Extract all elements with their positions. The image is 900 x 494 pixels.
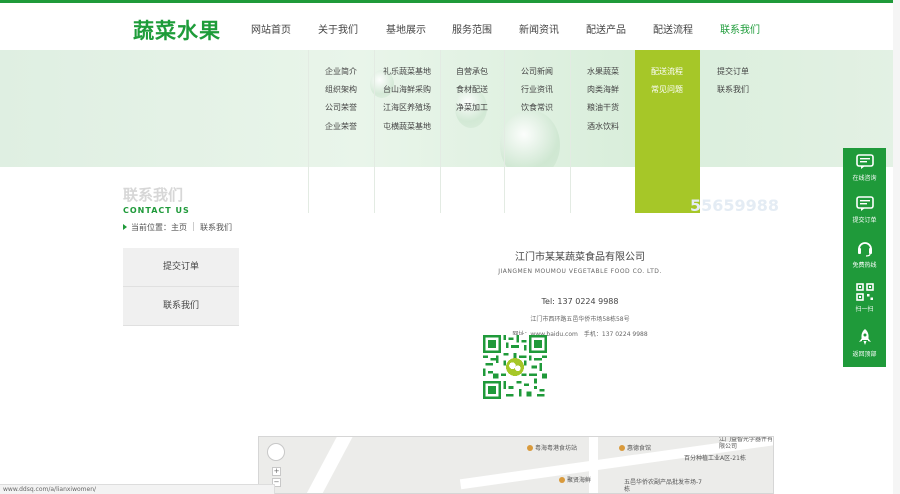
float-label: 在线咨询 — [852, 175, 877, 182]
breadcrumb-home[interactable]: 主页 — [171, 223, 187, 232]
dropdown-item[interactable]: 企业荣誉 — [325, 121, 357, 132]
dropdown-item[interactable]: 屯横蔬菜基地 — [383, 121, 431, 132]
qr-code-image — [483, 335, 547, 399]
poi-marker-icon — [527, 445, 533, 451]
dropdown-item[interactable]: 企业简介 — [325, 66, 357, 77]
nav-news[interactable]: 新闻资讯 — [519, 21, 559, 36]
dropdown-item[interactable]: 肉类海鲜 — [587, 84, 619, 95]
breadcrumb: 当前位置：主页 联系我们 — [123, 222, 232, 233]
dropdown-item[interactable]: 公司荣誉 — [325, 102, 357, 113]
dropdown-contact: 提交订单 联系我们 — [700, 50, 766, 213]
dropdown-process: 配送流程 常见问题 — [635, 50, 700, 213]
page-scrollbar[interactable] — [893, 0, 900, 494]
nav-service[interactable]: 服务范围 — [452, 21, 492, 36]
nav-process[interactable]: 配送流程 — [653, 21, 693, 36]
float-label: 提交订单 — [852, 217, 877, 224]
dropdown-service: 自营承包 食材配送 净菜加工 — [440, 50, 504, 213]
dropdown-item[interactable]: 行业资讯 — [521, 84, 553, 95]
nav-products[interactable]: 配送产品 — [586, 21, 626, 36]
side-menu-submit-order[interactable]: 提交订单 — [123, 248, 239, 287]
contact-address: 江门市西环路五邑华侨市场58栋58号 — [530, 316, 630, 323]
location-map[interactable]: + − 粤海粤港食坊站 惠德食馆 聚贤海鲜 江门益智光学器件有限公司 百分种植工… — [258, 436, 774, 494]
contact-web: 网址：www.baidu.com 手机：137 0224 9988 — [512, 331, 648, 338]
side-menu-contact-us[interactable]: 联系我们 — [123, 287, 239, 326]
company-name-en: JIANGMEN MOUMOU VEGETABLE FOOD CO. LTD. — [498, 268, 662, 275]
qr-scan-icon — [855, 283, 874, 301]
side-menu: 提交订单 联系我们 — [123, 248, 239, 326]
map-road — [589, 437, 598, 493]
chat-icon — [855, 154, 874, 169]
float-label: 返回顶部 — [852, 351, 877, 358]
header: 蔬菜水果 网站首页 关于我们 基地展示 服务范围 新闻资讯 配送产品 配送流程 … — [0, 3, 900, 50]
browser-status-bar: www.ddsq.com/a/lianxiwomen/ — [0, 484, 275, 494]
page-title: 联系我们 — [123, 186, 184, 204]
message-icon — [855, 196, 874, 211]
dropdown-item[interactable]: 饮食常识 — [521, 102, 553, 113]
float-hotline[interactable]: 免费热线 — [843, 239, 886, 269]
dropdown-item[interactable]: 公司新闻 — [521, 66, 553, 77]
float-back-to-top[interactable]: 返回顶部 — [843, 328, 886, 358]
map-road — [298, 437, 354, 493]
breadcrumb-separator — [193, 222, 194, 231]
nav-base[interactable]: 基地展示 — [386, 21, 426, 36]
dropdown-about: 企业简介 组织架构 公司荣誉 企业荣誉 — [308, 50, 374, 213]
float-label: 免费热线 — [852, 262, 877, 269]
dropdown-products: 水果蔬菜 肉类海鲜 粮油干货 酒水饮料 — [570, 50, 635, 213]
dropdown-item[interactable]: 自营承包 — [456, 66, 488, 77]
dropdown-item[interactable]: 台山海鲜采购 — [383, 84, 431, 95]
poi-marker-icon — [559, 477, 565, 483]
breadcrumb-prefix: 当前位置： — [131, 223, 171, 232]
dropdown-item[interactable]: 配送流程 — [651, 66, 683, 77]
page-title-en: CONTACT US — [123, 206, 190, 215]
dropdown-item[interactable]: 食材配送 — [456, 84, 488, 95]
dropdown-item[interactable]: 常见问题 — [651, 84, 683, 95]
map-pan-control[interactable] — [267, 443, 285, 461]
site-logo[interactable]: 蔬菜水果 — [133, 15, 221, 45]
dropdown-item[interactable]: 提交订单 — [717, 66, 749, 77]
dropdown-item[interactable]: 水果蔬菜 — [587, 66, 619, 77]
map-poi[interactable]: 惠德食馆 — [619, 443, 651, 452]
nav-contact[interactable]: 联系我们 — [720, 21, 760, 36]
dropdown-item[interactable]: 联系我们 — [717, 84, 749, 95]
dropdown-item[interactable]: 酒水饮料 — [587, 121, 619, 132]
rocket-icon — [858, 329, 871, 345]
poi-marker-icon — [619, 445, 625, 451]
nav-about[interactable]: 关于我们 — [318, 21, 358, 36]
contact-info: 江门市某某蔬菜食品有限公司 JIANGMEN MOUMOU VEGETABLE … — [420, 248, 740, 338]
breadcrumb-arrow-icon — [123, 224, 127, 230]
float-scan[interactable]: 扫一扫 — [843, 283, 886, 313]
contact-tel: Tel: 137 0224 9988 — [541, 297, 619, 306]
dropdown-item[interactable]: 粮油干货 — [587, 102, 619, 113]
dropdown-item[interactable]: 组织架构 — [325, 84, 357, 95]
headset-icon — [857, 242, 872, 257]
dropdown-news: 公司新闻 行业资讯 饮食常识 — [504, 50, 570, 213]
floating-sidebar: 在线咨询 提交订单 免费热线 扫一扫 返回顶部 — [843, 148, 886, 367]
dropdown-item[interactable]: 净菜加工 — [456, 102, 488, 113]
map-poi[interactable]: 粤海粤港食坊站 — [527, 443, 577, 452]
company-name: 江门市某某蔬菜食品有限公司 — [515, 252, 645, 263]
breadcrumb-current[interactable]: 联系我们 — [200, 223, 232, 232]
nav-home[interactable]: 网站首页 — [251, 21, 291, 36]
dropdown-base: 礼乐蔬菜基地 台山海鲜采购 江海区养殖场 屯横蔬菜基地 — [374, 50, 440, 213]
float-label: 扫一扫 — [855, 306, 874, 313]
map-poi[interactable]: 聚贤海鲜 — [559, 475, 591, 484]
map-poi[interactable]: 五邑华侨农副产品批发市场-7栋 — [624, 479, 704, 493]
dropdown-item[interactable]: 礼乐蔬菜基地 — [383, 66, 431, 77]
map-poi[interactable]: 百分种植工业A区-21栋 — [684, 453, 746, 462]
map-zoom-in-button[interactable]: + — [272, 467, 281, 476]
faint-phone-number: 55659988 — [690, 196, 780, 215]
map-poi[interactable]: 江门益智光学器件有限公司 — [719, 437, 773, 450]
dropdown-item[interactable]: 江海区养殖场 — [383, 102, 431, 113]
float-submit-order[interactable]: 提交订单 — [843, 196, 886, 224]
float-online-consult[interactable]: 在线咨询 — [843, 154, 886, 182]
